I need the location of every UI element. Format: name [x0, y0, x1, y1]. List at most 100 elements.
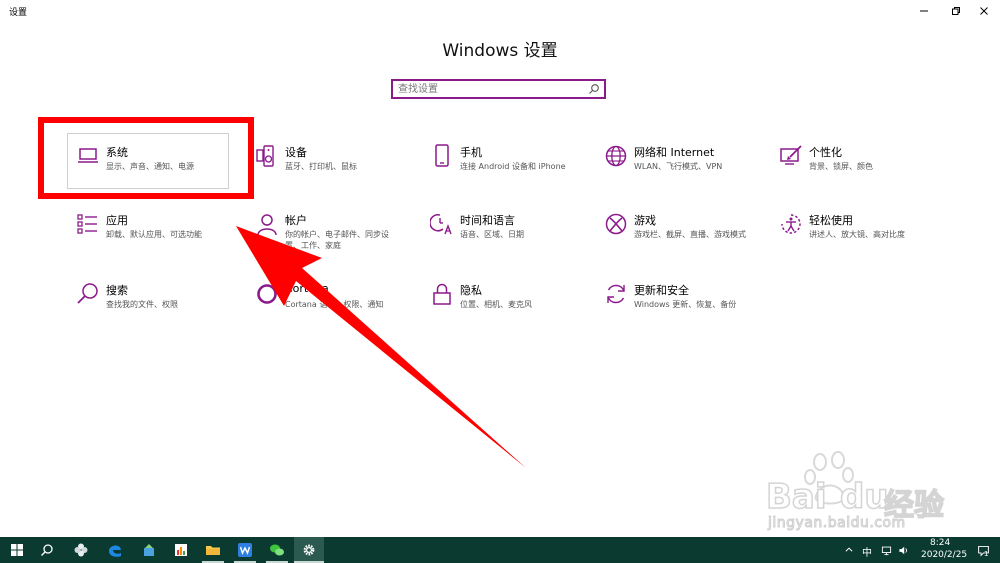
tray-network-button[interactable]	[879, 537, 893, 563]
tile-gaming[interactable]: 游戏 游戏栏、截屏、直播、游戏模式	[604, 212, 769, 264]
time-language-icon	[429, 212, 454, 236]
wps-writer-icon	[238, 543, 252, 557]
tile-desc: 你的帐户、电子邮件、同步设	[285, 230, 389, 239]
taskbar-app-edge[interactable]	[102, 537, 128, 563]
close-button[interactable]	[968, 0, 1000, 22]
tile-apps[interactable]: 应用 卸载、默认应用、可选功能	[76, 212, 241, 264]
chart-app-icon	[175, 544, 187, 556]
minimize-icon	[920, 10, 928, 12]
tile-desc: 背景、锁屏、颜色	[809, 162, 873, 171]
watermark-brand: Bai	[765, 476, 827, 518]
pinwheel-icon	[74, 543, 88, 557]
clock-date[interactable]: 2020/2/25	[921, 550, 967, 560]
tile-desc: 语音、区域、日期	[460, 230, 524, 239]
restore-icon	[952, 7, 960, 15]
tile-privacy[interactable]: 隐私 位置、相机、麦克风	[430, 282, 595, 334]
ime-indicator[interactable]: 中	[862, 544, 872, 559]
sync-icon	[604, 282, 628, 306]
action-center-button[interactable]	[972, 537, 994, 563]
tile-phone[interactable]: 手机 连接 Android 设备和 iPhone	[430, 144, 595, 196]
tile-name: 个性化	[809, 146, 842, 159]
tile-name: 帐户	[285, 214, 307, 227]
network-monitor-icon	[881, 546, 891, 555]
tile-search[interactable]: 搜索 查找我的文件、权限	[76, 282, 241, 334]
tile-name: 游戏	[634, 214, 656, 227]
tile-desc: 连接 Android 设备和 iPhone	[460, 162, 566, 171]
gear-icon	[303, 544, 315, 556]
windows-logo-icon	[11, 544, 23, 556]
lock-icon	[430, 282, 454, 306]
search-icon	[76, 282, 100, 306]
tile-name: 更新和安全	[634, 284, 689, 297]
tray-volume-button[interactable]	[896, 537, 910, 563]
notification-count-badge: 1	[984, 550, 989, 558]
taskbar: 中 8:24 2020/2/25 1	[0, 537, 1000, 563]
tile-update-security[interactable]: 更新和安全 Windows 更新、恢复、备份	[604, 282, 769, 334]
taskbar-app-pinwheel[interactable]	[68, 537, 94, 563]
tile-name: Cortana	[285, 282, 329, 295]
tile-name: 手机	[460, 146, 482, 159]
installer-icon	[144, 544, 154, 556]
tile-desc: 蓝牙、打印机、鼠标	[285, 162, 357, 171]
tile-desc: WLAN、飞行模式、VPN	[634, 162, 723, 171]
tile-name: 搜索	[106, 284, 128, 297]
apps-list-icon	[76, 212, 100, 236]
taskbar-app-chart[interactable]	[168, 537, 194, 563]
tile-desc: 游戏栏、截屏、直播、游戏模式	[634, 230, 746, 239]
xbox-icon	[604, 212, 628, 236]
cortana-icon	[255, 282, 279, 306]
tile-accounts[interactable]: 帐户 你的帐户、电子邮件、同步设 置、工作、家庭	[255, 212, 420, 264]
tile-network[interactable]: 网络和 Internet WLAN、飞行模式、VPN	[604, 144, 769, 196]
chevron-up-icon	[845, 547, 853, 552]
tile-name: 轻松使用	[809, 214, 853, 227]
taskbar-app-explorer[interactable]	[200, 537, 226, 563]
baidu-watermark: Bai du 经验 jingyan.baidu.com	[760, 450, 980, 535]
tile-desc: 讲述人、放大镜、高对比度	[809, 230, 905, 239]
search-icon	[41, 544, 53, 556]
tile-personalization[interactable]: 个性化 背景、锁屏、颜色	[779, 144, 944, 196]
page-title: Windows 设置	[442, 41, 558, 61]
ease-of-access-icon	[779, 212, 803, 236]
taskbar-search-button[interactable]	[34, 537, 60, 563]
search-icon[interactable]	[588, 83, 600, 95]
tile-desc: 卸载、默认应用、可选功能	[106, 230, 202, 239]
phone-icon	[430, 144, 454, 168]
taskbar-app-wechat[interactable]	[264, 537, 290, 563]
minimize-button[interactable]	[908, 0, 940, 22]
tile-desc-line2: 置、工作、家庭	[285, 241, 341, 250]
tile-name: 设备	[285, 146, 307, 159]
globe-icon	[604, 144, 628, 168]
paint-icon	[779, 144, 803, 168]
tile-desc: 位置、相机、麦克风	[460, 300, 532, 309]
tile-cortana[interactable]: Cortana Cortana 语言、权限、通知	[255, 282, 420, 334]
title-bar: 设置	[0, 0, 1000, 22]
tile-name: 应用	[106, 214, 128, 227]
tile-name: 时间和语言	[460, 214, 515, 227]
tile-ease-of-access[interactable]: 轻松使用 讲述人、放大镜、高对比度	[779, 212, 944, 264]
speaker-icon	[898, 546, 907, 554]
annotation-highlight-box	[38, 117, 254, 199]
tile-name: 隐私	[460, 284, 482, 297]
clock-time[interactable]: 8:24	[930, 538, 950, 548]
folder-icon	[206, 546, 220, 555]
taskbar-app-wps[interactable]	[232, 537, 258, 563]
person-icon	[255, 212, 279, 236]
start-button[interactable]	[6, 537, 28, 563]
tile-devices[interactable]: 设备 蓝牙、打印机、鼠标	[255, 144, 420, 196]
watermark-brand-du: du	[839, 476, 889, 518]
taskbar-app-installer[interactable]	[136, 537, 162, 563]
search-input[interactable]	[398, 82, 588, 96]
tray-show-hidden-button[interactable]	[842, 537, 856, 563]
close-icon	[980, 7, 988, 15]
devices-icon	[255, 144, 279, 168]
taskbar-app-settings[interactable]	[294, 537, 324, 563]
tile-time-language[interactable]: 时间和语言 语音、区域、日期	[429, 212, 595, 264]
search-box[interactable]	[391, 79, 606, 99]
tile-name: 网络和 Internet	[634, 146, 715, 159]
tile-desc: 查找我的文件、权限	[106, 300, 178, 309]
window-title: 设置	[9, 8, 28, 18]
watermark-url: jingyan.baidu.com	[768, 515, 906, 532]
wechat-icon	[270, 544, 284, 556]
edge-icon	[109, 545, 121, 557]
tile-desc: Cortana 语言、权限、通知	[285, 300, 384, 309]
